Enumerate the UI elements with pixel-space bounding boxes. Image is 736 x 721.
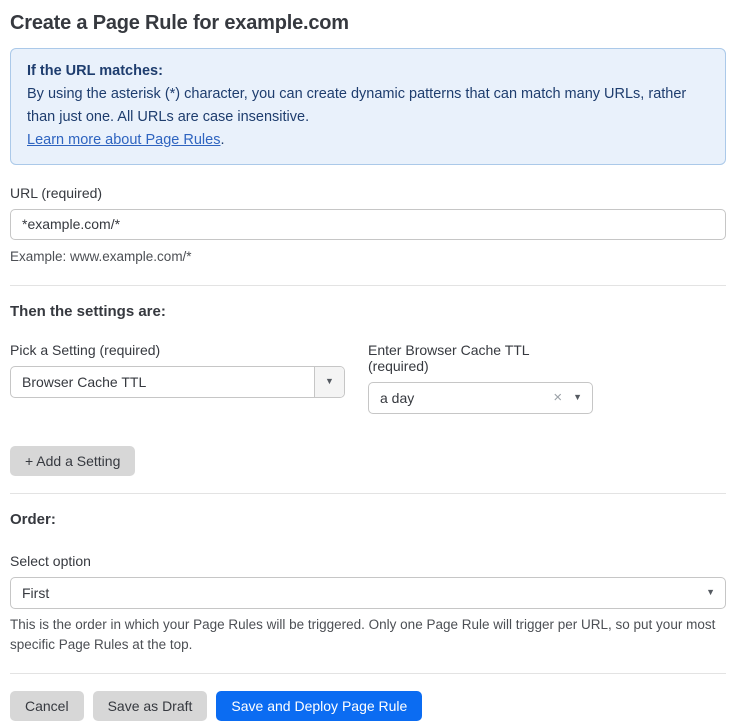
- info-box-body-text: By using the asterisk (*) character, you…: [27, 86, 686, 125]
- url-field-label: URL (required): [10, 185, 726, 201]
- settings-section-heading: Then the settings are:: [10, 303, 726, 320]
- chevron-down-icon: ▼: [325, 377, 334, 386]
- setting-select-label: Pick a Setting (required): [10, 342, 345, 358]
- info-box-link-line: Learn more about Page Rules.: [27, 129, 709, 152]
- add-setting-button[interactable]: + Add a Setting: [10, 446, 135, 476]
- learn-more-link[interactable]: Learn more about Page Rules: [27, 132, 220, 148]
- cancel-button[interactable]: Cancel: [10, 691, 84, 721]
- setting-select-value: Browser Cache TTL: [11, 374, 314, 390]
- order-select-value: First: [11, 585, 704, 601]
- ttl-select-label: Enter Browser Cache TTL (required): [368, 342, 593, 374]
- link-suffix: .: [220, 132, 224, 148]
- save-and-deploy-button[interactable]: Save and Deploy Page Rule: [216, 691, 422, 721]
- chevron-down-icon: ▼: [704, 588, 725, 597]
- settings-row: Pick a Setting (required) Browser Cache …: [10, 342, 726, 414]
- add-setting-row: + Add a Setting: [10, 446, 726, 476]
- ttl-select-column: Enter Browser Cache TTL (required) a day…: [368, 342, 593, 414]
- footer-buttons: Cancel Save as Draft Save and Deploy Pag…: [10, 691, 726, 721]
- ttl-select-value: a day: [369, 390, 553, 406]
- setting-select[interactable]: Browser Cache TTL ▼: [10, 366, 345, 398]
- url-input[interactable]: [10, 209, 726, 240]
- setting-select-column: Pick a Setting (required) Browser Cache …: [10, 342, 345, 414]
- page-rule-form: Create a Page Rule for example.com If th…: [0, 12, 736, 721]
- chevron-down-icon[interactable]: ▼: [571, 393, 592, 402]
- order-select[interactable]: First ▼: [10, 577, 726, 609]
- setting-select-caret-section[interactable]: ▼: [314, 367, 344, 397]
- order-section-heading: Order:: [10, 511, 726, 528]
- clear-icon[interactable]: ×: [553, 390, 571, 405]
- divider: [10, 285, 726, 286]
- order-select-label: Select option: [10, 553, 726, 569]
- order-helper-text: This is the order in which your Page Rul…: [10, 615, 726, 657]
- url-helper-text: Example: www.example.com/*: [10, 247, 726, 268]
- divider: [10, 493, 726, 494]
- url-match-info-box: If the URL matches: By using the asteris…: [10, 48, 726, 165]
- ttl-select[interactable]: a day × ▼: [368, 382, 593, 414]
- page-title: Create a Page Rule for example.com: [10, 12, 726, 35]
- info-box-body: By using the asterisk (*) character, you…: [27, 83, 709, 129]
- save-as-draft-button[interactable]: Save as Draft: [93, 691, 208, 721]
- info-box-heading: If the URL matches:: [27, 60, 709, 83]
- divider: [10, 673, 726, 674]
